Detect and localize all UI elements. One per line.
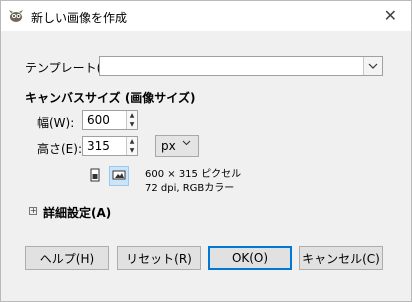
portrait-icon <box>90 168 100 185</box>
height-value: 315 <box>87 139 110 153</box>
image-size-info: 600 × 315 ピクセル <box>145 169 242 180</box>
landscape-icon <box>112 169 126 183</box>
new-image-dialog: 新しい画像を作成 ✕ テンプレート(T): キャンバスサイズ (画像サイズ) 幅… <box>0 0 412 302</box>
unit-select[interactable]: px <box>155 135 199 157</box>
help-button[interactable]: ヘルプ(H) <box>25 246 109 270</box>
help-button-label: ヘルプ(H) <box>39 251 95 266</box>
cancel-button-label: キャンセル(C) <box>302 251 380 266</box>
width-input[interactable]: 600 ▲ ▼ <box>82 110 138 130</box>
ok-button-label: OK(O) <box>231 251 269 265</box>
canvas-size-title: キャンバスサイズ (画像サイズ) <box>25 91 196 105</box>
cancel-button[interactable]: キャンセル(C) <box>299 246 383 270</box>
title-bar: 新しい画像を作成 ✕ <box>1 1 411 31</box>
width-value: 600 <box>87 113 110 127</box>
close-icon[interactable]: ✕ <box>384 6 397 26</box>
height-stepper[interactable]: ▲ ▼ <box>126 137 137 155</box>
image-detail-info: 72 dpi, RGBカラー <box>145 183 235 194</box>
stepper-up-icon[interactable]: ▲ <box>127 137 137 146</box>
chevron-down-icon <box>182 138 191 149</box>
width-stepper[interactable]: ▲ ▼ <box>126 111 137 129</box>
window-title: 新しい画像を作成 <box>31 11 128 25</box>
height-label: 高さ(E): <box>37 142 82 156</box>
reset-button[interactable]: リセット(R) <box>117 246 201 270</box>
ok-button[interactable]: OK(O) <box>208 246 292 270</box>
stepper-down-icon[interactable]: ▼ <box>127 120 137 129</box>
expand-icon[interactable]: + <box>29 207 37 215</box>
width-label: 幅(W): <box>37 116 75 130</box>
advanced-options-toggle[interactable]: 詳細設定(A) <box>43 204 111 221</box>
landscape-button[interactable] <box>109 166 129 186</box>
stepper-down-icon[interactable]: ▼ <box>127 146 137 155</box>
gimp-app-icon <box>8 8 24 24</box>
stepper-up-icon[interactable]: ▲ <box>127 111 137 120</box>
unit-value: px <box>161 139 176 153</box>
template-combo[interactable] <box>99 56 383 76</box>
chevron-down-icon[interactable] <box>363 57 382 75</box>
reset-button-label: リセット(R) <box>126 251 192 266</box>
height-input[interactable]: 315 ▲ ▼ <box>82 136 138 156</box>
portrait-button[interactable] <box>85 166 105 186</box>
